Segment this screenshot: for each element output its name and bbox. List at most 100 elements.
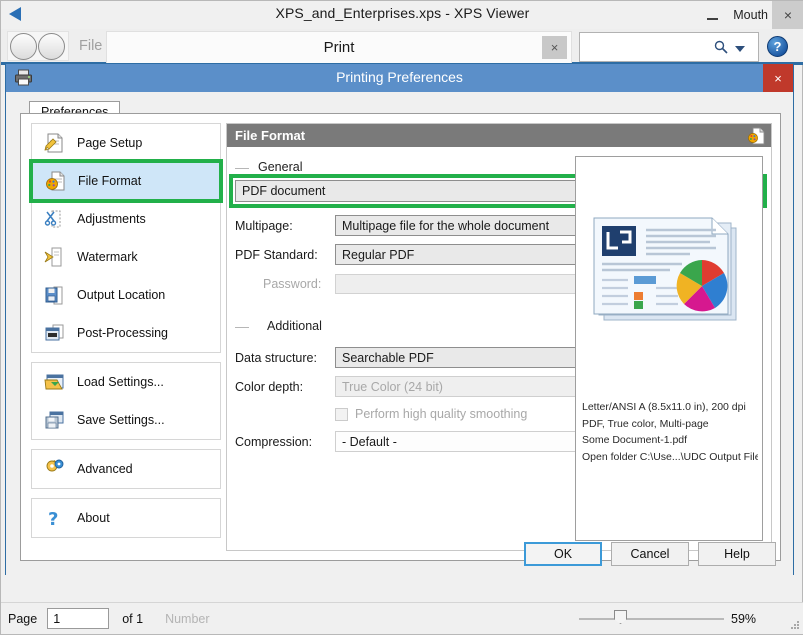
zoom-slider-thumb[interactable]	[614, 610, 627, 624]
sidebar-item-output-location[interactable]: Output Location	[32, 276, 220, 314]
compression-label: Compression:	[235, 434, 313, 449]
sidebar-item-label: Watermark	[77, 250, 138, 264]
svg-text:?: ?	[48, 509, 58, 529]
sidebar-item-label: About	[77, 511, 110, 525]
page-label: Page	[8, 611, 38, 626]
password-label: Password:	[263, 276, 322, 291]
preview-info-line: Some Document-1.pdf	[582, 434, 688, 446]
zoom-percent-label: 59%	[731, 612, 757, 626]
minimize-button[interactable]	[695, 1, 729, 29]
sidebar-item-label: File Format	[78, 174, 142, 188]
overlay-text: Mouth	[733, 8, 768, 22]
sidebar-item-label: Advanced	[77, 462, 133, 476]
preferences-panel: Page Setup File Format Adjustments Water…	[20, 113, 781, 561]
close-button[interactable]: ×	[772, 1, 803, 29]
print-close-button[interactable]: ×	[542, 36, 567, 59]
general-section-label: General	[254, 160, 307, 174]
color-depth-value: True Color (24 bit)	[342, 379, 443, 394]
data-structure-value: Searchable PDF	[342, 350, 434, 365]
load-settings-icon	[44, 371, 66, 393]
ok-button[interactable]: OK	[524, 541, 602, 566]
print-window-strip: File 2 Print × ?	[1, 29, 803, 65]
file-format-icon	[748, 127, 765, 145]
sidebar-item-post-processing[interactable]: Post-Processing	[32, 314, 220, 352]
resize-grip-icon[interactable]	[790, 620, 800, 630]
multipage-label: Multipage:	[235, 218, 293, 233]
preview-info-line: Open folder C:\Use...\UDC Output Files\	[582, 450, 758, 463]
sidebar-item-load-settings[interactable]: Load Settings...	[32, 363, 220, 401]
sidebar-group-main: Page Setup File Format Adjustments Water…	[29, 123, 223, 353]
print-dialog-tab: Print ×	[106, 31, 572, 64]
sidebar-group-advanced: Advanced	[31, 449, 221, 489]
zoom-slider[interactable]	[579, 610, 724, 624]
cancel-button[interactable]: Cancel	[611, 541, 689, 566]
print-title: Print	[323, 39, 355, 56]
file-format-content: File Format General PDF document Multipa…	[226, 123, 772, 551]
output-location-icon	[44, 284, 66, 306]
search-icon	[714, 40, 728, 54]
dialog-buttons: OK Cancel Help	[6, 532, 793, 575]
printing-preferences-dialog: Printing Preferences × Preferences Page …	[5, 63, 794, 575]
sidebar-item-watermark[interactable]: Watermark	[32, 238, 220, 276]
preferences-title: Printing Preferences	[336, 69, 463, 85]
document-preview: Letter/ANSI A (8.5x11.0 in), 200 dpi PDF…	[575, 156, 763, 541]
sidebar-item-adjustments[interactable]: Adjustments	[32, 200, 220, 238]
preview-info: Letter/ANSI A (8.5x11.0 in), 200 dpi PDF…	[582, 399, 758, 465]
search-dropdown-icon[interactable]	[735, 46, 745, 52]
window-titlebar: XPS_and_Enterprises.xps - XPS Viewer Mou…	[1, 1, 803, 29]
content-header: File Format	[227, 124, 771, 147]
sidebar-item-label: Save Settings...	[77, 413, 165, 427]
search-input[interactable]	[579, 32, 759, 62]
forward-circle-button[interactable]	[38, 32, 65, 60]
smoothing-checkbox	[335, 407, 348, 421]
sidebar-item-label: Load Settings...	[77, 375, 164, 389]
page-total-label: of 1	[122, 611, 144, 626]
sidebar-item-label: Adjustments	[77, 212, 146, 226]
color-depth-label: Color depth:	[235, 379, 304, 394]
compression-value: - Default -	[342, 434, 397, 449]
save-settings-icon	[44, 409, 66, 431]
preferences-sidebar: Page Setup File Format Adjustments Water…	[29, 123, 223, 547]
data-structure-label: Data structure:	[235, 350, 317, 365]
advanced-gear-icon	[44, 458, 66, 480]
sidebar-item-label: Page Setup	[77, 136, 143, 150]
file-format-icon	[45, 170, 67, 192]
additional-section-label: Additional	[263, 319, 326, 333]
pdf-standard-value: Regular PDF	[342, 247, 415, 262]
post-processing-icon	[44, 322, 66, 344]
adjustments-icon	[44, 208, 66, 230]
page-setup-icon	[44, 132, 66, 154]
back-circle-button[interactable]	[10, 32, 37, 60]
status-bar: Page 1 of 1 Number 59%	[1, 602, 803, 634]
smoothing-label: Perform high quality smoothing	[355, 407, 528, 421]
number-placeholder: Number	[165, 611, 210, 626]
content-header-label: File Format	[235, 128, 306, 143]
preview-info-line: PDF, True color, Multi-page	[582, 417, 709, 430]
navigation-buttons[interactable]	[7, 31, 69, 61]
pdf-standard-label: PDF Standard:	[235, 247, 318, 262]
window-controls: Mouth ×	[695, 1, 803, 29]
format-select-value: PDF document	[242, 184, 326, 198]
help-button[interactable]: Help	[698, 541, 776, 566]
sidebar-group-settings: Load Settings... Save Settings...	[31, 362, 221, 440]
sidebar-item-save-settings[interactable]: Save Settings...	[32, 401, 220, 439]
preview-thumbnail-icon	[593, 217, 737, 321]
sidebar-item-file-format[interactable]: File Format	[29, 159, 223, 203]
page-input[interactable]: 1	[47, 608, 110, 629]
section-dash	[235, 327, 249, 328]
multipage-value: Multipage file for the whole document	[342, 218, 550, 233]
section-dash	[235, 168, 249, 169]
sidebar-item-label: Output Location	[77, 288, 166, 302]
preferences-close-button[interactable]: ×	[763, 64, 793, 92]
about-question-icon: ?	[44, 507, 66, 530]
window-title: XPS_and_Enterprises.xps - XPS Viewer	[275, 5, 530, 21]
xps-viewer-window: XPS_and_Enterprises.xps - XPS Viewer Mou…	[0, 0, 803, 635]
preferences-body: Preferences Page Setup File Format Adjus…	[6, 92, 793, 575]
preview-info-line: Letter/ANSI A (8.5x11.0 in), 200 dpi	[582, 401, 746, 413]
sidebar-item-label: Post-Processing	[77, 326, 169, 340]
help-button[interactable]: ?	[767, 36, 788, 57]
preferences-titlebar: Printing Preferences ×	[6, 64, 793, 92]
sidebar-item-page-setup[interactable]: Page Setup	[32, 124, 220, 162]
sidebar-item-advanced[interactable]: Advanced	[32, 450, 220, 488]
watermark-icon	[44, 246, 66, 268]
